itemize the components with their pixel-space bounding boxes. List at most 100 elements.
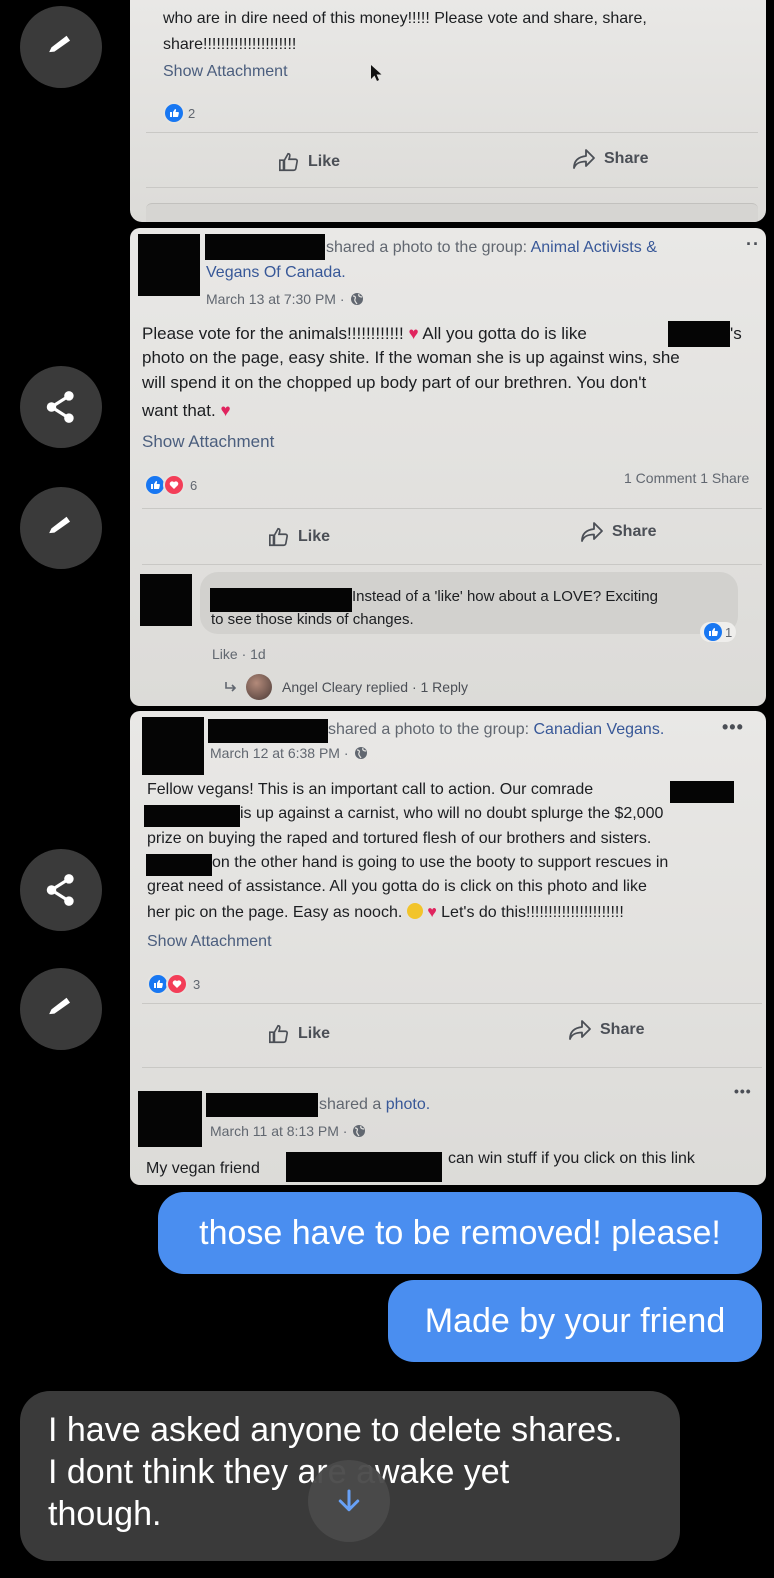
share-button-floating[interactable] [20,849,102,931]
share-label: Share [600,1021,645,1038]
post-text: on the other hand is going to use the bo… [212,854,669,871]
comment-meta[interactable]: Like · 1d [212,646,266,662]
post-text-line: share!!!!!!!!!!!!!!!!!!!!! [163,36,297,53]
screenshot-panel-2[interactable]: shared a photo to the group: Animal Acti… [130,228,766,706]
thumbs-up-icon [269,527,289,547]
post-timestamp: March 13 at 7:30 PM · [206,291,364,307]
reaction-summary: 2 [163,102,195,124]
like-button[interactable]: Like [278,151,340,173]
arrow-down-icon [338,1489,360,1512]
globe-icon [350,293,363,305]
show-attachment-link: Show Attachment [142,432,275,451]
redacted-avatar [140,574,192,626]
post-text: great need of assistance. All you gotta … [147,878,647,895]
heart-icon: ♥ [408,324,419,343]
redacted-name [210,588,352,612]
share-icon [46,391,74,423]
redacted-name [205,234,325,260]
edit-button[interactable] [20,6,102,88]
reply-arrow-icon [224,680,238,698]
redacted-name [206,1093,318,1117]
shared-text: shared a [319,1096,382,1113]
share-arrow-icon [581,522,603,542]
heart-icon: ♥ [427,904,437,921]
post-text: Fellow vegans! This is an important call… [147,781,594,798]
redacted-name [668,321,730,347]
post-text: My vegan friend [146,1160,260,1177]
show-attachment-link: Show Attachment [163,63,288,80]
share-button[interactable]: Share [572,148,648,170]
redacted-name [670,781,734,803]
heart-icon: ♥ [220,401,231,420]
like-label: Like [298,528,331,545]
pencil-icon [49,997,71,1015]
shared-text: shared a photo to the group: [328,721,530,738]
comments-shares-count[interactable]: 1 Comment 1 Share [624,470,749,486]
group-link[interactable]: Animal Activists & [531,239,657,256]
post-text: Let's do this!!!!!!!!!!!!!!!!!!!!!! [441,904,624,921]
more-options-icon[interactable]: ••• [722,717,744,738]
group-link[interactable]: Canadian Vegans. [534,721,665,738]
post-timestamp: March 12 at 6:38 PM · [210,745,368,761]
thumbs-up-icon [279,152,299,172]
avatar [246,674,272,700]
share-label: Share [612,523,657,540]
like-label: Like [298,1025,331,1042]
divider [146,132,758,133]
grinning-face-icon [406,903,423,919]
comment-text: to see those kinds of changes. [211,611,414,628]
post-text: Please vote for the animals!!!!!!!!!!!! [142,324,404,343]
message-line: I have asked anyone to delete shares. [48,1411,623,1449]
timestamp-text: March 12 at 6:38 PM · [210,745,349,761]
post-text: photo on the page, easy shite. If the wo… [142,348,680,367]
reaction-summary: 3 [147,973,200,995]
divider [142,1067,762,1068]
divider [146,187,758,188]
outgoing-message[interactable]: Made by your friend [388,1280,762,1362]
outgoing-message[interactable]: those have to be removed! please! [158,1192,762,1274]
share-button[interactable]: Share [568,1019,644,1041]
divider [142,1003,762,1004]
post-text: All you gotta do is like [422,324,587,343]
reaction-count: 6 [190,477,198,493]
edit-button[interactable] [20,487,102,569]
cursor-icon [370,64,384,87]
redacted-avatar [142,717,204,775]
share-label: Share [604,150,649,167]
post-text: her pic on the page. Easy as nooch. [147,904,403,921]
share-button[interactable]: Share [580,521,656,543]
pencil-icon [49,516,71,534]
share-arrow-icon [569,1020,591,1040]
like-reaction-icon [704,623,722,641]
share-button-floating[interactable] [20,366,102,448]
redacted-avatar [138,1091,202,1147]
globe-icon [353,1125,366,1137]
group-link[interactable]: Vegans Of Canada. [206,264,346,282]
timestamp-text: March 11 at 8:13 PM · [210,1123,348,1139]
timestamp-text: March 13 at 7:30 PM · [206,291,345,307]
reply-link[interactable]: Angel Cleary replied · 1 Reply [282,679,468,695]
photo-link[interactable]: photo. [386,1096,430,1113]
more-options-icon[interactable]: ••• [734,1083,752,1099]
comment-text: Instead of a 'like' how about a LOVE? Ex… [352,588,658,605]
post-timestamp: March 11 at 8:13 PM · [210,1123,366,1139]
divider [142,508,762,509]
post-text: will spend it on the chopped up body par… [142,373,647,392]
globe-icon [354,747,367,759]
post-text: 's [730,324,742,343]
comment-reaction: 1 [700,622,737,642]
screenshot-panel-3[interactable]: shared a photo to the group: Canadian Ve… [130,711,766,1185]
screenshot-panel-1[interactable]: who are in dire need of this money!!!!! … [130,0,766,222]
like-button[interactable]: Like [268,1023,330,1045]
post-text: can win stuff if you click on this link [448,1150,695,1167]
reaction-count: 3 [193,976,201,992]
redacted-name [144,805,240,827]
edit-button[interactable] [20,968,102,1050]
post-text-line: who are in dire need of this money!!!!! … [163,10,647,27]
like-button[interactable]: Like [268,526,330,548]
more-options-icon[interactable]: ·· [746,234,760,255]
like-label: Like [308,153,341,170]
comment-like-count: 1 [725,624,733,640]
scroll-to-bottom-button[interactable] [308,1460,390,1542]
pencil-icon [49,35,71,53]
